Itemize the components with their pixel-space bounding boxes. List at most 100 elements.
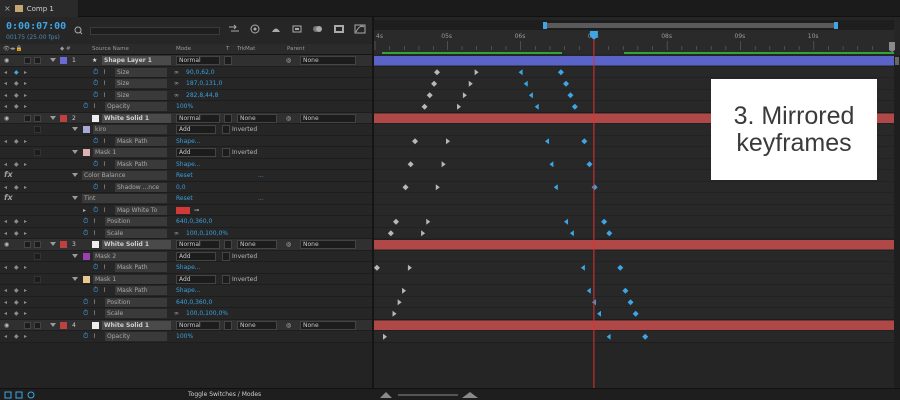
vertical-scrollbar[interactable] <box>894 55 900 388</box>
preserve-transparency-box[interactable] <box>224 56 232 65</box>
layer-row[interactable]: ◉ 3 White Solid 1 Normal None ◎ None <box>0 239 372 251</box>
stopwatch-icon[interactable]: ⏱ <box>93 286 98 295</box>
prev-keyframe-icon[interactable]: ◂ <box>4 161 7 168</box>
stopwatch-icon[interactable]: ⏱ <box>83 332 88 341</box>
mask-name[interactable]: Mask 1 <box>93 274 167 284</box>
property-value[interactable]: 640,0,360,0 <box>176 298 212 307</box>
trkmat-dropdown[interactable]: None <box>237 113 277 123</box>
search-input[interactable] <box>90 27 220 35</box>
expand-triangle-icon[interactable] <box>72 276 78 281</box>
add-keyframe-icon[interactable]: ◆ <box>14 69 19 76</box>
expand-triangle-icon[interactable] <box>72 196 78 200</box>
property-row[interactable]: fx Color Balance Reset... <box>0 170 372 182</box>
visibility-eye-icon[interactable]: ◉ <box>4 57 9 64</box>
property-value[interactable]: 100,0,100,0% <box>186 309 228 318</box>
mask-mode-dropdown[interactable]: Add <box>176 274 216 284</box>
property-value[interactable]: Shape... <box>176 137 201 146</box>
lock-box[interactable] <box>34 114 41 122</box>
timeline-area[interactable]: 4s05s06s07s08s09s10s <box>374 17 900 388</box>
time-navigator-bar[interactable] <box>546 23 836 28</box>
lock-box[interactable] <box>34 321 41 329</box>
layer-duration-bar[interactable] <box>374 56 894 66</box>
effect-about-link[interactable]: ... <box>258 171 264 180</box>
mask-name[interactable]: Mask 2 <box>93 251 167 261</box>
expand-triangle-icon[interactable] <box>50 322 56 327</box>
property-value[interactable]: 0,0 <box>176 183 186 192</box>
layer-name[interactable]: White Solid 1 <box>102 240 171 249</box>
add-keyframe-icon[interactable]: ◆ <box>14 80 19 87</box>
next-keyframe-icon[interactable]: ▸ <box>24 218 27 225</box>
expand-arrow-icon[interactable]: ▸ <box>83 206 86 215</box>
prev-keyframe-icon[interactable]: ◂ <box>4 264 7 271</box>
layer-name[interactable]: White Solid 1 <box>102 320 171 330</box>
property-row[interactable]: ◂ ◆ ▸ ⏱ ⌇ Opacity 100% <box>0 331 372 343</box>
effect-reset-link[interactable]: Reset <box>176 194 193 203</box>
stopwatch-icon[interactable]: ⏱ <box>93 91 98 100</box>
visibility-eye-icon[interactable]: ◉ <box>4 241 9 248</box>
next-keyframe-icon[interactable]: ▸ <box>24 230 27 237</box>
property-row[interactable]: ◂ ◆ ▸ ⏱ ⌇ Size ∞ 282,8,44,8 <box>0 89 372 101</box>
stopwatch-icon[interactable]: ⏱ <box>83 217 88 226</box>
property-row[interactable]: ◂ ◆ ▸ ⏱ ⌇ Scale ∞ 100,0,100,0% <box>0 227 372 239</box>
property-row[interactable]: Mask 1 Add Inverted <box>0 147 372 159</box>
next-keyframe-icon[interactable]: ▸ <box>24 299 27 306</box>
expand-triangle-icon[interactable] <box>72 150 78 154</box>
color-swatch[interactable] <box>176 206 190 214</box>
pickwhip-icon[interactable]: ◎ <box>286 56 291 65</box>
mask-color[interactable] <box>83 275 90 283</box>
stopwatch-icon[interactable]: ⏱ <box>83 298 88 307</box>
mask-mode-dropdown[interactable]: Add <box>176 125 216 134</box>
next-keyframe-icon[interactable]: ▸ <box>24 287 27 294</box>
next-keyframe-icon[interactable]: ▸ <box>24 333 27 340</box>
comp-mini-flowchart-icon[interactable] <box>228 24 240 34</box>
graph-editor-icon[interactable] <box>354 24 366 34</box>
property-value[interactable]: Shape... <box>176 286 201 295</box>
solo-box[interactable] <box>24 57 31 64</box>
property-row[interactable]: fx Tint Reset... <box>0 193 372 205</box>
stopwatch-icon[interactable]: ⏱ <box>93 206 98 215</box>
property-row[interactable]: ◂ ◆ ▸ ⏱ ⌇ Mask Path Shape... <box>0 158 372 170</box>
scrollbar-thumb[interactable] <box>895 57 899 65</box>
comp-marker-bin-icon[interactable] <box>889 42 895 52</box>
prev-keyframe-icon[interactable]: ◂ <box>4 310 7 317</box>
effect-fx-icon[interactable]: fx <box>4 193 13 202</box>
navigator-start-handle[interactable] <box>543 22 547 29</box>
link-icon[interactable]: ∞ <box>174 79 179 88</box>
current-time-display[interactable]: 0:00:07:00 <box>6 21 66 32</box>
pickwhip-icon[interactable]: ◎ <box>286 240 291 249</box>
layer-duration-bar[interactable] <box>374 240 894 250</box>
property-row[interactable]: ◂ ◆ ▸ ⏱ ⌇ Opacity 100% <box>0 101 372 113</box>
stopwatch-icon[interactable]: ⏱ <box>83 309 88 318</box>
visibility-eye-icon[interactable]: ◉ <box>4 115 9 122</box>
stopwatch-icon[interactable]: ⏱ <box>93 160 98 169</box>
property-row[interactable]: ◂ ◆ ▸ ⏱ ⌇ Mask Path Shape... <box>0 262 372 274</box>
trkmat-dropdown[interactable]: None <box>237 240 277 249</box>
prev-keyframe-icon[interactable]: ◂ <box>4 333 7 340</box>
prev-keyframe-icon[interactable]: ◂ <box>4 92 7 99</box>
add-keyframe-icon[interactable]: ◆ <box>14 161 19 168</box>
trkmat-dropdown[interactable]: None <box>237 320 277 330</box>
lock-box[interactable] <box>34 241 41 248</box>
mask-color[interactable] <box>83 149 90 156</box>
next-keyframe-icon[interactable]: ▸ <box>24 184 27 191</box>
prev-keyframe-icon[interactable]: ◂ <box>4 230 7 237</box>
invert-checkbox[interactable] <box>222 125 230 134</box>
shy-icon[interactable] <box>270 24 282 34</box>
frame-blending-icon[interactable] <box>291 24 303 34</box>
property-row[interactable]: ◂ ◆ ▸ ⏱ ⌇ Scale ∞ 100,0,100,0% <box>0 308 372 320</box>
layer-label-color[interactable] <box>60 114 67 122</box>
property-row[interactable]: Mask 2 Add Inverted <box>0 250 372 262</box>
property-row[interactable]: ◂ ◆ ▸ ⏱ ⌇ Shadow ...nce 0,0 <box>0 181 372 193</box>
mask-mode-dropdown[interactable]: Add <box>176 148 216 157</box>
property-row[interactable]: ◂ ◆ ▸ ⏱ ⌇ Mask Path Shape... <box>0 285 372 297</box>
mask-color[interactable] <box>83 252 90 260</box>
layer-name[interactable]: White Solid 1 <box>102 113 171 123</box>
link-icon[interactable]: ∞ <box>174 91 179 100</box>
mask-mode-dropdown[interactable]: Add <box>176 251 216 261</box>
expand-triangle-icon[interactable] <box>72 253 78 258</box>
next-keyframe-icon[interactable]: ▸ <box>24 103 27 110</box>
mode-dropdown[interactable]: Normal <box>176 113 220 123</box>
pickwhip-icon[interactable]: ◎ <box>286 321 291 330</box>
parent-dropdown[interactable]: None <box>300 320 356 330</box>
draft-3d-icon[interactable] <box>249 24 261 34</box>
